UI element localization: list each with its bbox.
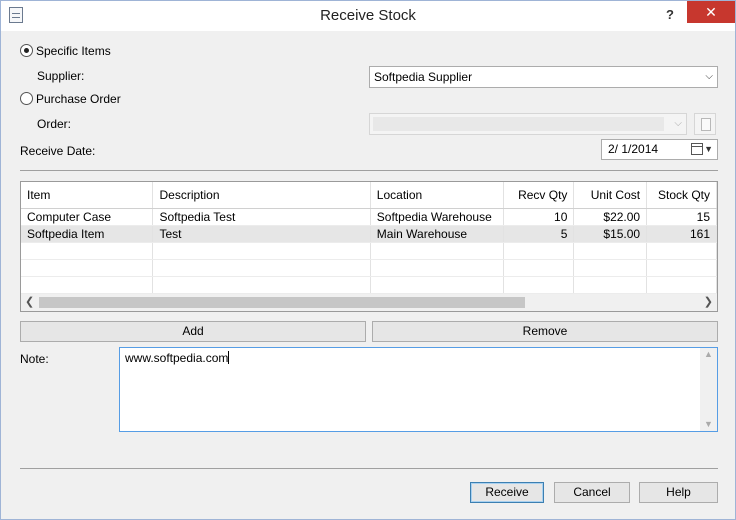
cell-unit-cost[interactable]: $15.00 (573, 225, 648, 243)
table-header-row: Item Description Location Recv Qty Unit … (21, 182, 717, 209)
help-button[interactable]: Help (639, 482, 718, 503)
scrollbar-thumb[interactable] (39, 297, 525, 308)
cancel-button[interactable]: Cancel (554, 482, 630, 503)
items-table: Item Description Location Recv Qty Unit … (21, 182, 717, 294)
cell-description[interactable]: Softpedia Test (152, 208, 371, 226)
receive-date-picker[interactable]: 2/ 1/2014 ▼ (601, 139, 718, 160)
column-header-recv-qty[interactable]: Recv Qty (503, 182, 575, 209)
empty-row (21, 276, 717, 294)
scroll-up-icon[interactable]: ▲ (704, 349, 713, 359)
supplier-combo[interactable]: Softpedia Supplier ⌵ (369, 66, 718, 88)
cell-stock-qty[interactable]: 161 (646, 225, 717, 243)
supplier-value: Softpedia Supplier (374, 70, 473, 84)
close-button[interactable]: ✕ (687, 1, 735, 23)
note-textarea[interactable]: www.softpedia.com ▲ ▼ (119, 347, 718, 432)
receive-stock-dialog: Receive Stock ? ✕ Specific Items Supplie… (0, 0, 736, 520)
order-lookup-button[interactable] (694, 113, 716, 135)
calendar-icon[interactable] (691, 143, 703, 155)
vertical-scrollbar[interactable]: ▲ ▼ (700, 348, 717, 431)
note-label: Note: (20, 352, 49, 366)
cell-recv-qty[interactable]: 5 (503, 225, 575, 243)
divider (20, 170, 718, 171)
table-row[interactable]: Computer Case Softpedia Test Softpedia W… (21, 208, 717, 226)
purchase-order-label[interactable]: Purchase Order (36, 92, 121, 106)
divider (20, 468, 718, 469)
items-grid[interactable]: Item Description Location Recv Qty Unit … (20, 181, 718, 312)
document-icon (701, 118, 711, 131)
cell-description[interactable]: Test (152, 225, 371, 243)
chevron-down-icon[interactable]: ▼ (704, 140, 713, 159)
column-header-stock-qty[interactable]: Stock Qty (646, 182, 717, 209)
receive-date-value: 2/ 1/2014 (608, 142, 659, 156)
remove-button[interactable]: Remove (372, 321, 718, 342)
title-bar: Receive Stock ? ✕ (1, 1, 735, 31)
cell-recv-qty[interactable]: 10 (503, 208, 575, 226)
column-header-item[interactable]: Item (21, 182, 154, 209)
add-button[interactable]: Add (20, 321, 366, 342)
purchase-order-radio[interactable] (20, 92, 33, 105)
scroll-right-icon[interactable]: ❯ (704, 295, 713, 308)
chevron-down-icon: ⌵ (674, 118, 682, 129)
column-header-description[interactable]: Description (152, 182, 371, 209)
cell-item[interactable]: Softpedia Item (21, 225, 154, 243)
empty-row (21, 242, 717, 260)
empty-row (21, 259, 717, 277)
scroll-down-icon[interactable]: ▼ (704, 419, 713, 429)
specific-items-label[interactable]: Specific Items (36, 44, 111, 58)
cell-item[interactable]: Computer Case (21, 208, 154, 226)
order-combo[interactable]: ⌵ (369, 113, 687, 135)
cell-location[interactable]: Main Warehouse (370, 225, 504, 243)
table-row[interactable]: Softpedia Item Test Main Warehouse 5 $15… (21, 225, 717, 243)
specific-items-radio[interactable] (20, 44, 33, 57)
help-title-button[interactable]: ? (661, 6, 679, 24)
order-value (373, 117, 664, 131)
receive-date-label: Receive Date: (20, 144, 96, 158)
text-caret (228, 351, 230, 364)
scroll-left-icon[interactable]: ❮ (25, 295, 34, 308)
supplier-label: Supplier: (37, 69, 85, 83)
cell-unit-cost[interactable]: $22.00 (573, 208, 648, 226)
order-label: Order: (37, 117, 72, 131)
chevron-down-icon: ⌵ (705, 71, 713, 82)
horizontal-scrollbar[interactable]: ❮ ❯ (21, 294, 717, 311)
note-value: www.softpedia.com (125, 351, 229, 365)
cell-stock-qty[interactable]: 15 (646, 208, 717, 226)
receive-button[interactable]: Receive (470, 482, 544, 503)
column-header-unit-cost[interactable]: Unit Cost (573, 182, 648, 209)
window-title: Receive Stock (320, 7, 416, 24)
cell-location[interactable]: Softpedia Warehouse (370, 208, 504, 226)
column-header-location[interactable]: Location (370, 182, 504, 209)
